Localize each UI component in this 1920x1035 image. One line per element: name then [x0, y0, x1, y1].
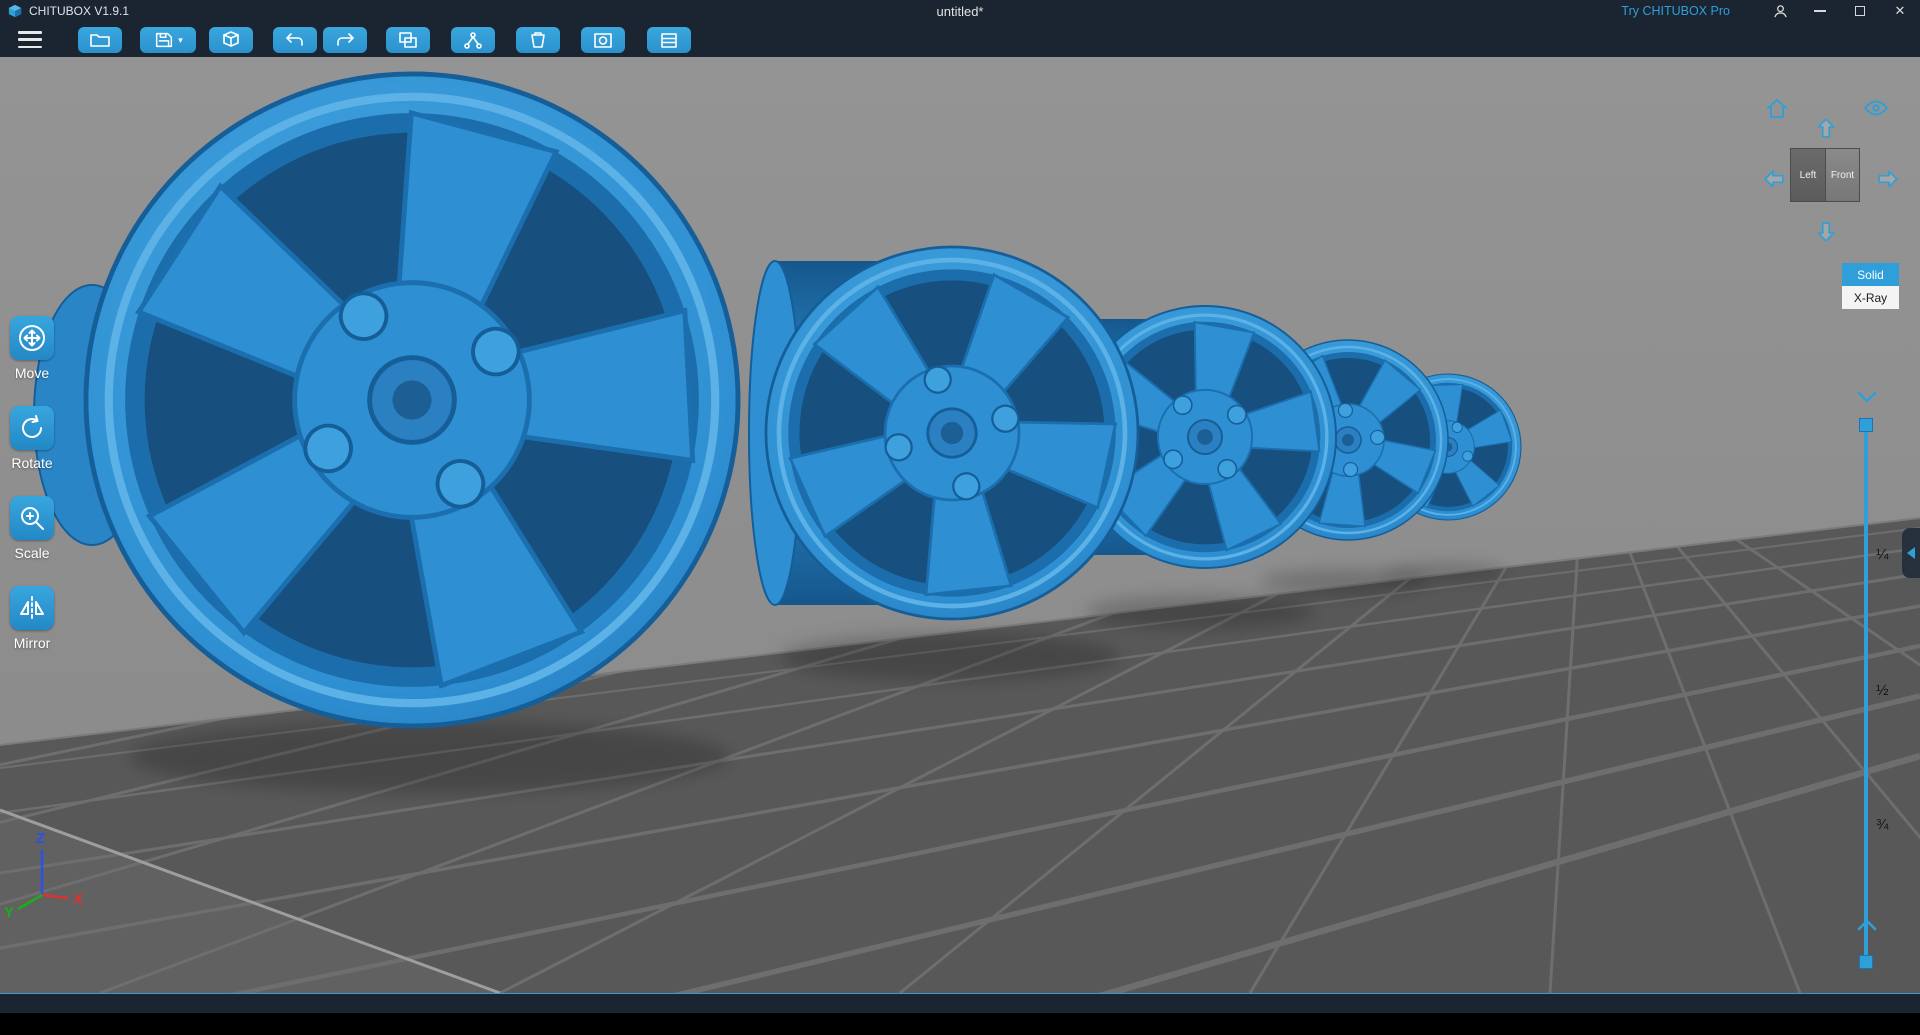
- tool-scale[interactable]: Scale: [2, 496, 62, 561]
- clip-mark-quarter: ¼: [1876, 546, 1889, 563]
- import-model-button[interactable]: [209, 27, 253, 53]
- clip-slider: ¼ ½ ¾: [1850, 330, 1920, 969]
- copy-model-button[interactable]: [386, 27, 430, 53]
- rotate-right-arrow[interactable]: [1877, 168, 1899, 195]
- viewport-3d[interactable]: Z X Y: [0, 57, 1920, 993]
- scale-icon: [21, 507, 44, 530]
- clip-mark-three-quarter: ¾: [1876, 816, 1889, 833]
- chevron-down-icon[interactable]: [1856, 390, 1878, 409]
- undo-button[interactable]: [273, 27, 317, 53]
- bottom-strip: [0, 1013, 1920, 1035]
- tool-move-label: Move: [14, 365, 50, 381]
- chitubox-logo-icon: [8, 4, 22, 18]
- navigation-gizmo: Left Front: [1755, 95, 1915, 275]
- slice-setting-button[interactable]: [647, 27, 691, 53]
- svg-text:Y: Y: [4, 904, 14, 921]
- redo-icon: [337, 33, 354, 46]
- redo-button[interactable]: [323, 27, 367, 53]
- clip-slider-track[interactable]: [1864, 425, 1868, 962]
- chevron-up-icon[interactable]: [1856, 918, 1878, 937]
- mirror-icon: [20, 596, 44, 620]
- panel-expand-arrow-icon: [1907, 547, 1915, 559]
- import-model-icon: [223, 31, 239, 47]
- move-icon: [19, 325, 45, 351]
- minimize-button[interactable]: [1800, 0, 1840, 22]
- view-cube[interactable]: Left Front: [1790, 148, 1860, 202]
- rotate-down-arrow[interactable]: [1815, 221, 1837, 248]
- copy-model-icon: [399, 31, 417, 48]
- viewport: Z X Y Move Rotate Scale Mirror Left Fron…: [0, 57, 1920, 993]
- user-account-icon[interactable]: [1760, 0, 1800, 22]
- tool-mirror-label: Mirror: [13, 635, 51, 651]
- support-edit-icon: [464, 31, 482, 49]
- rotate-left-arrow[interactable]: [1763, 168, 1785, 195]
- render-mode-solid[interactable]: Solid: [1842, 263, 1899, 286]
- support-edit-button[interactable]: [451, 27, 495, 53]
- save-dropdown-caret[interactable]: ▾: [178, 35, 183, 46]
- toolbar: ▾: [0, 22, 1920, 57]
- view-cube-left-face[interactable]: Left: [1790, 148, 1825, 202]
- side-panel-toggle[interactable]: [1902, 528, 1920, 578]
- clip-mark-half: ½: [1876, 682, 1889, 699]
- svg-text:Z: Z: [36, 830, 45, 847]
- chitubox-window: CHITUBOX V1.9.1 untitled* Try CHITUBOX P…: [0, 0, 1920, 1035]
- view-cube-front-face[interactable]: Front: [1825, 148, 1860, 202]
- tool-move[interactable]: Move: [2, 316, 62, 381]
- svg-text:X: X: [73, 891, 83, 908]
- home-view-icon[interactable]: [1765, 97, 1789, 126]
- try-pro-link[interactable]: Try CHITUBOX Pro: [1621, 4, 1730, 18]
- perspective-toggle-icon[interactable]: [1863, 97, 1889, 124]
- titlebar: CHITUBOX V1.9.1 untitled* Try CHITUBOX P…: [0, 0, 1920, 22]
- dig-hole-icon: [594, 32, 612, 48]
- tool-scale-label: Scale: [14, 545, 50, 561]
- app-title: CHITUBOX V1.9.1: [29, 4, 130, 18]
- hollow-model-icon: [531, 31, 545, 48]
- render-mode-xray[interactable]: X-Ray: [1842, 286, 1899, 309]
- save-file-button[interactable]: ▾: [140, 27, 196, 53]
- undo-icon: [286, 33, 303, 46]
- dig-hole-button[interactable]: [581, 27, 625, 53]
- menu-button[interactable]: [18, 31, 42, 48]
- clip-slider-handle-bottom[interactable]: [1859, 955, 1873, 969]
- hollow-model-button[interactable]: [516, 27, 560, 53]
- close-button[interactable]: ✕: [1880, 0, 1920, 22]
- statusbar: [0, 993, 1920, 1013]
- tool-mirror[interactable]: Mirror: [2, 586, 62, 651]
- open-file-icon: [90, 34, 110, 47]
- render-mode-toggle: Solid X-Ray: [1842, 263, 1899, 309]
- slice-setting-icon: [661, 32, 677, 48]
- save-file-icon: [156, 32, 173, 48]
- rotate-icon: [22, 415, 42, 438]
- tool-rotate[interactable]: Rotate: [2, 406, 62, 471]
- rotate-up-arrow[interactable]: [1815, 117, 1837, 144]
- clip-slider-handle-top[interactable]: [1859, 418, 1873, 432]
- maximize-button[interactable]: [1840, 0, 1880, 22]
- open-file-button[interactable]: [78, 27, 122, 53]
- tool-rotate-label: Rotate: [11, 455, 53, 471]
